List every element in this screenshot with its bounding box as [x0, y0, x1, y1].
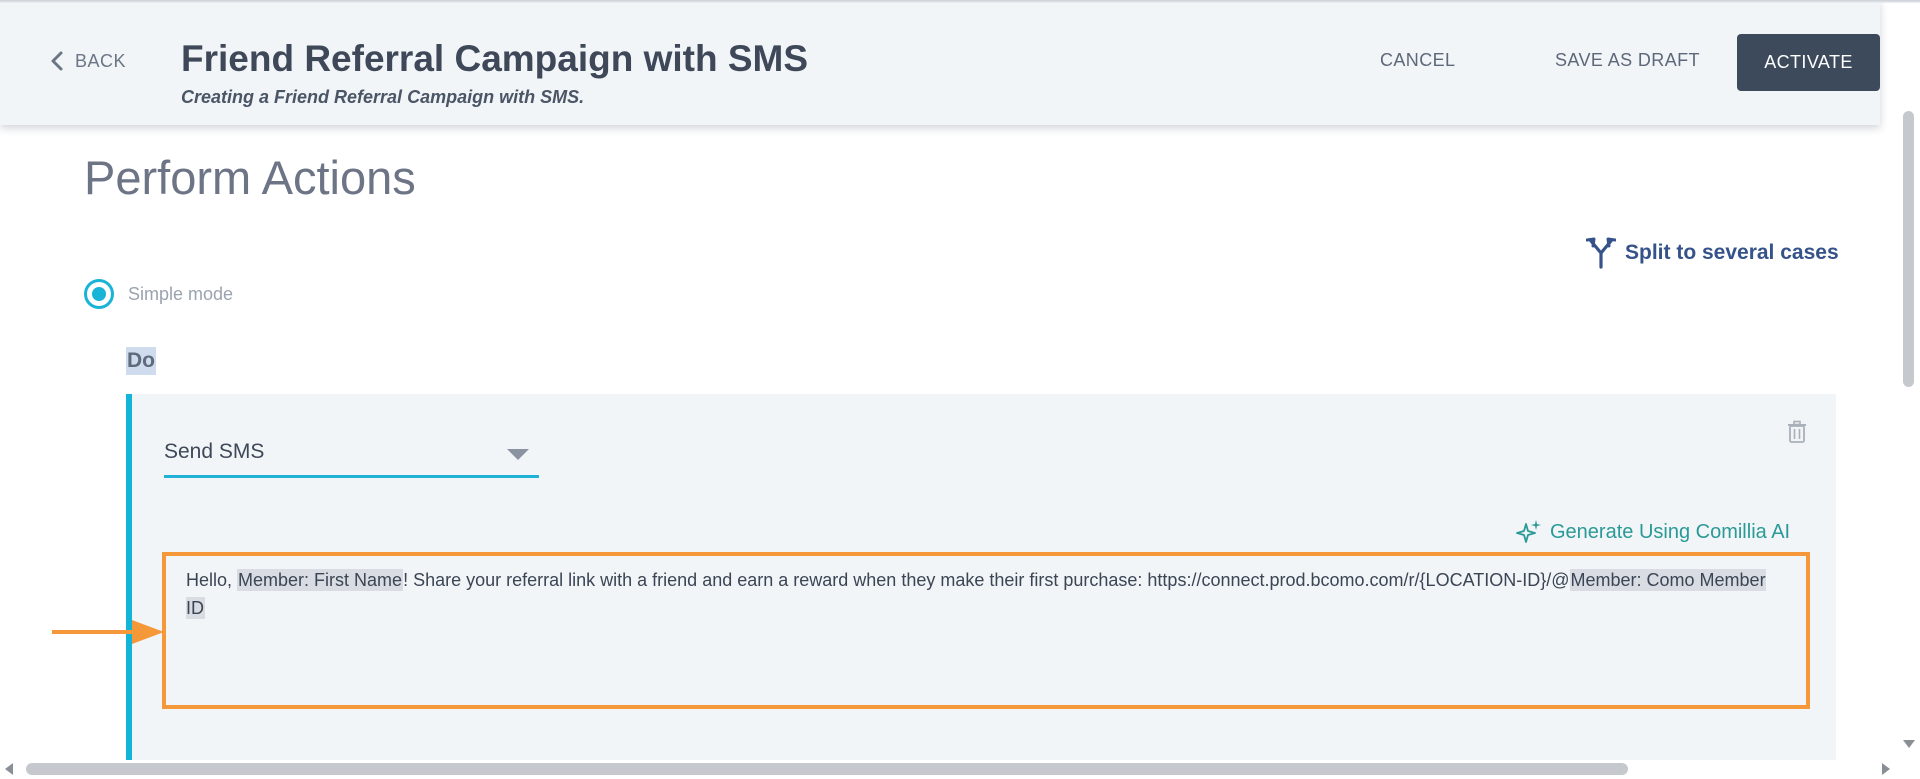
first-name-tag[interactable]: Member: First Name — [237, 569, 404, 591]
back-label: BACK — [75, 50, 127, 71]
simple-mode-radio[interactable]: Simple mode — [84, 279, 233, 309]
action-type-select[interactable]: Send SMS — [164, 432, 539, 478]
page-title: Friend Referral Campaign with SMS — [181, 38, 809, 79]
window-top-edge — [0, 0, 1920, 3]
arrow-right-icon — [52, 620, 164, 644]
page-subtitle: Creating a Friend Referral Campaign with… — [181, 87, 585, 107]
chevron-left-icon — [51, 51, 63, 71]
sms-message-textarea[interactable]: Hello, Member: First Name! Share your re… — [162, 552, 1810, 709]
trash-icon[interactable] — [1787, 420, 1807, 444]
section-title: Perform Actions — [84, 151, 416, 204]
page-header: BACK Friend Referral Campaign with SMS C… — [0, 0, 1880, 125]
generate-ai-label: Generate Using Comillia AI — [1550, 520, 1791, 543]
save-as-draft-button[interactable]: SAVE AS DRAFT — [1555, 50, 1700, 71]
scroll-left-icon[interactable] — [5, 763, 13, 775]
split-branch-icon — [1586, 237, 1616, 269]
vertical-scrollbar-thumb[interactable] — [1903, 111, 1914, 387]
scroll-down-icon[interactable] — [1903, 740, 1915, 748]
radio-selected-icon — [84, 279, 114, 309]
action-type-value: Send SMS — [164, 440, 265, 463]
cancel-button[interactable]: CANCEL — [1380, 50, 1455, 71]
split-cases-link[interactable]: Split to several cases — [1586, 236, 1839, 270]
activate-button[interactable]: ACTIVATE — [1737, 34, 1880, 91]
back-button[interactable]: BACK — [50, 49, 126, 73]
split-cases-label: Split to several cases — [1625, 241, 1839, 264]
simple-mode-label: Simple mode — [128, 283, 234, 304]
do-label: Do — [126, 347, 156, 375]
sms-message-text: Hello, Member: First Name! Share your re… — [186, 569, 1766, 619]
caret-down-icon — [507, 449, 529, 460]
horizontal-scrollbar-thumb[interactable] — [26, 763, 1628, 775]
sparkle-icon — [1516, 520, 1541, 543]
generate-ai-link[interactable]: Generate Using Comillia AI — [1516, 518, 1790, 546]
scroll-right-icon[interactable] — [1882, 763, 1890, 775]
textarea-underline — [974, 706, 1810, 708]
